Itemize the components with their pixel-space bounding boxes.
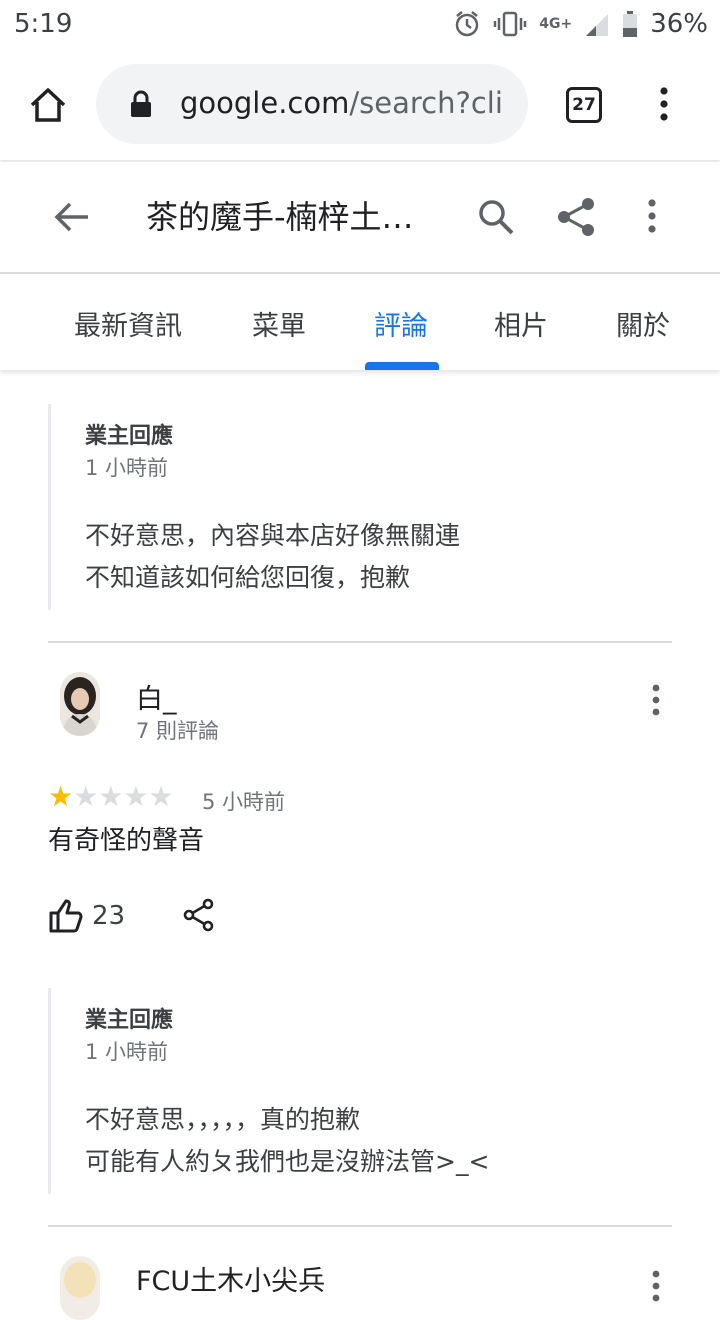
- home-icon: [30, 88, 66, 122]
- more-vert-icon: [652, 1270, 660, 1302]
- url-text: google.com/search?cli: [180, 86, 503, 120]
- star-empty-icon: ★: [123, 780, 149, 813]
- status-time: 5:19: [14, 9, 73, 39]
- share-icon: [183, 898, 214, 932]
- tab-switcher-button[interactable]: 27: [566, 87, 602, 123]
- status-icons: 4G+ 36%: [453, 9, 708, 39]
- back-button[interactable]: [50, 195, 94, 243]
- owner-reply-time: 1 小時前: [85, 456, 169, 480]
- share-icon: [558, 198, 594, 236]
- alarm-icon: [453, 10, 481, 38]
- search-icon: [479, 200, 514, 235]
- share-button[interactable]: [554, 195, 598, 243]
- place-menu-button[interactable]: [638, 195, 666, 243]
- arrow-back-icon: [54, 202, 88, 232]
- like-button[interactable]: 23: [48, 898, 125, 934]
- star-empty-icon: ★: [73, 780, 99, 813]
- owner-reply-text-line: 可能有人約ㄆ我們也是沒辦法管>_<: [85, 1147, 490, 1176]
- browser-toolbar: google.com/search?cli 27: [0, 50, 720, 160]
- home-button[interactable]: [26, 83, 70, 127]
- reviewer-name[interactable]: FCU土木小尖兵: [136, 1259, 325, 1298]
- battery-icon: [622, 10, 638, 38]
- vibrate-icon: [493, 10, 527, 38]
- owner-reply-text-line: 不好意思，，，，，真的抱歉: [85, 1105, 361, 1134]
- review-menu-button[interactable]: [644, 680, 668, 724]
- more-vert-icon: [660, 87, 668, 121]
- lock-icon: [130, 90, 152, 122]
- star-rating: ★ ★ ★ ★ ★: [48, 783, 174, 811]
- avatar[interactable]: [60, 672, 100, 736]
- signal-icon: [584, 10, 610, 38]
- more-vert-icon: [648, 199, 656, 233]
- owner-reply-label: 業主回應: [85, 1008, 174, 1033]
- url-path: /search?cli: [349, 86, 503, 120]
- tab-reviews[interactable]: 評論: [374, 304, 428, 343]
- avatar[interactable]: [60, 1256, 100, 1320]
- star-empty-icon: ★: [148, 780, 174, 813]
- network-type: 4G+: [539, 16, 573, 32]
- star-empty-icon: ★: [98, 780, 124, 813]
- tab-about[interactable]: 關於: [616, 304, 670, 343]
- review-text: 有奇怪的聲音: [48, 826, 205, 856]
- tab-photos[interactable]: 相片: [494, 304, 548, 343]
- review-divider: [48, 1225, 672, 1227]
- place-title: 茶的魔手-楠梓土…: [146, 198, 414, 236]
- like-count: 23: [92, 901, 126, 931]
- owner-reply-time: 1 小時前: [85, 1040, 169, 1064]
- url-domain: google.com: [180, 86, 350, 120]
- thumb-up-icon: [49, 899, 83, 933]
- tab-menu[interactable]: 菜單: [252, 304, 306, 343]
- owner-reply: 業主回應 1 小時前 不好意思，，，，，真的抱歉 可能有人約ㄆ我們也是沒辦法管>…: [48, 988, 671, 1194]
- tab-updates[interactable]: 最新資訊: [74, 304, 182, 343]
- active-tab-indicator: [365, 362, 439, 370]
- browser-menu-button[interactable]: [650, 83, 678, 131]
- owner-reply-text-line: 不好意思，內容與本店好像無關連: [85, 521, 461, 550]
- review-share-button[interactable]: [182, 898, 216, 936]
- owner-reply-text-line: 不知道該如何給您回復，抱歉: [85, 563, 411, 592]
- review-menu-button[interactable]: [644, 1266, 668, 1310]
- search-button[interactable]: [474, 195, 518, 243]
- status-bar: 5:19 4G+ 36%: [0, 0, 720, 50]
- place-tabs: 最新資訊 菜單 評論 相片 關於: [0, 274, 720, 370]
- reviewer-review-count: 7 則評論: [136, 719, 220, 743]
- star-filled-icon: ★: [48, 780, 74, 813]
- review-time: 5 小時前: [202, 790, 286, 814]
- reviewer-name[interactable]: 白_: [136, 677, 177, 716]
- owner-reply: 業主回應 1 小時前 不好意思，內容與本店好像無關連 不知道該如何給您回復，抱歉: [48, 404, 671, 610]
- battery-percent: 36%: [650, 9, 708, 39]
- address-bar[interactable]: google.com/search?cli: [96, 64, 528, 144]
- place-header: 茶的魔手-楠梓土…: [0, 162, 720, 274]
- review-divider: [48, 641, 672, 643]
- more-vert-icon: [652, 684, 660, 716]
- owner-reply-label: 業主回應: [85, 424, 174, 449]
